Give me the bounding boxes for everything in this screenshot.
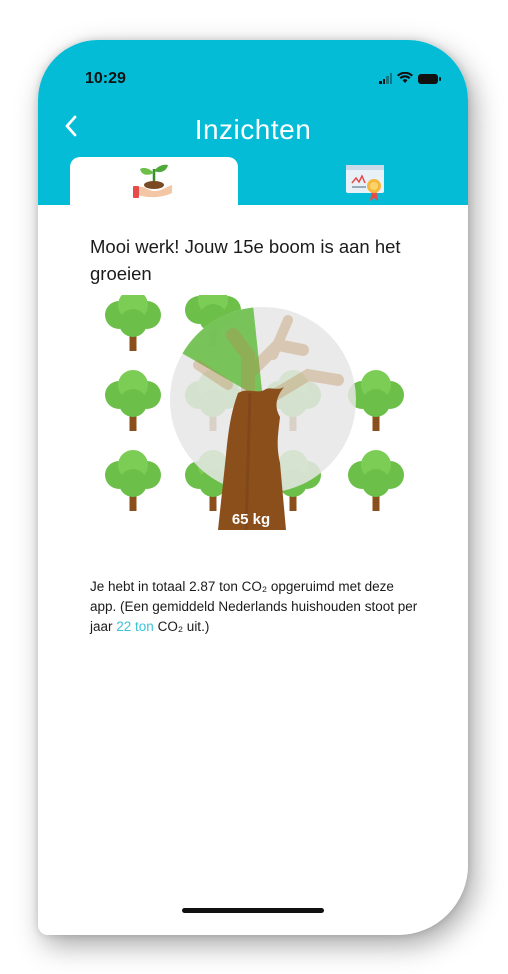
signal-icon xyxy=(379,72,392,84)
tree-progress-illustration: 65 kg xyxy=(103,295,406,531)
certificate-icon xyxy=(346,165,384,201)
phone-screen: 10:29 Inzichten Mooi werk! Jouw 15e boom… xyxy=(38,40,468,935)
wifi-icon xyxy=(397,72,413,83)
status-icons xyxy=(379,72,441,84)
forest-tree xyxy=(103,368,163,433)
battery-icon xyxy=(418,74,441,84)
forest-tree xyxy=(346,368,406,433)
page-title: Inzichten xyxy=(194,114,312,145)
status-time: 10:29 xyxy=(85,70,126,87)
home-indicator[interactable] xyxy=(182,908,324,913)
forest-tree xyxy=(346,448,406,513)
headline: Mooi werk! Jouw 15e boom is aan het groe… xyxy=(90,236,401,284)
forest-tree xyxy=(103,295,163,353)
forest-tree xyxy=(103,448,163,513)
tab-plant[interactable] xyxy=(70,157,238,205)
tab-certificate[interactable] xyxy=(296,157,436,205)
co2-summary-text-end: CO₂ uit.) xyxy=(153,619,210,634)
plant-in-hand-icon xyxy=(133,164,172,198)
tree-weight-label: 65 kg xyxy=(232,511,270,528)
co2-summary: Je hebt in totaal 2.87 ton CO₂ opgeruimd… xyxy=(90,577,420,637)
co2-household-link[interactable]: 22 ton xyxy=(116,619,154,634)
app-header: 10:29 Inzichten xyxy=(38,40,468,205)
